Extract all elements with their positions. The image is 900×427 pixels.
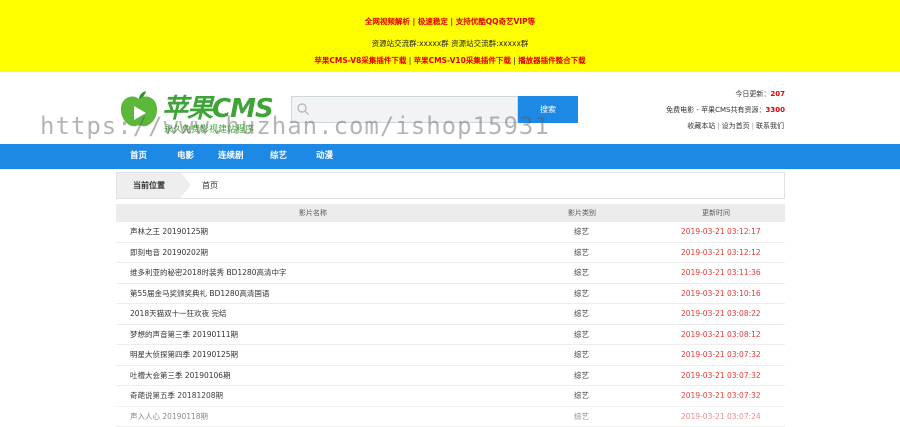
update-time: 2019-03-21 03:07:32 (681, 345, 761, 364)
bookmark-link[interactable]: 收藏本站 (687, 122, 715, 130)
today-count: 207 (770, 90, 785, 98)
video-title[interactable]: 维多利亚的秘密2018时装秀 BD1280高清中字 (130, 263, 286, 282)
update-time: 2019-03-21 03:12:12 (681, 243, 761, 262)
update-time: 2019-03-21 03:08:12 (681, 325, 761, 344)
video-title[interactable]: 吐槽大会第三季 20190106期 (130, 366, 231, 385)
separator: | (406, 56, 413, 65)
today-label: 今日更新： (735, 90, 770, 98)
breadcrumb-label: 当前位置 (117, 173, 181, 198)
video-title[interactable]: 梦想的声音第三季 20190111期 (130, 325, 238, 344)
video-category[interactable]: 综艺 (574, 366, 589, 385)
video-table: 影片名称 影片类别 更新时间 声林之王 20190125期综艺2019-03-2… (116, 204, 785, 427)
banner-line-2: 资源站交流群:xxxxx群 资源站交流群:xxxxx群 (0, 38, 900, 49)
table-row[interactable]: 吐槽大会第三季 20190106期 综艺 2019-03-21 03:07:32 (116, 366, 785, 387)
nav-anime[interactable]: 动漫 (316, 144, 333, 169)
total-count: 3300 (766, 106, 785, 114)
separator: | (717, 122, 719, 130)
set-homepage-link[interactable]: 设为首页 (722, 122, 750, 130)
v10-plugin-link[interactable]: 苹果CMS-V10采集插件下载 (414, 56, 511, 65)
v8-plugin-link[interactable]: 苹果CMS-V8采集插件下载 (314, 56, 406, 65)
today-updates: 今日更新：207 (666, 86, 785, 102)
nav-movies[interactable]: 电影 (177, 144, 194, 169)
breadcrumb-arrow (181, 173, 191, 197)
table-row[interactable]: 梦想的声音第三季 20190111期 综艺 2019-03-21 03:08:12 (116, 325, 785, 346)
table-row[interactable]: 奇葩说第五季 20181208期 综艺 2019-03-21 03:07:32 (116, 386, 785, 407)
site-stats: 今日更新：207 免费电影 - 苹果CMS共有资源：3300 收藏本站|设为首页… (666, 86, 785, 134)
update-time: 2019-03-21 03:12:17 (681, 222, 761, 241)
breadcrumb: 当前位置 首页 (116, 172, 785, 199)
video-category[interactable]: 综艺 (574, 284, 589, 303)
top-banner: 全网视频解析 | 极速稳定 | 支持优酷QQ奇艺VIP等 资源站交流群:xxxx… (0, 0, 900, 72)
contact-link[interactable]: 联系我们 (756, 122, 784, 130)
video-category[interactable]: 综艺 (574, 325, 589, 344)
update-time: 2019-03-21 03:11:36 (681, 263, 761, 282)
video-title[interactable]: 声入人心 20190118期 (130, 407, 208, 426)
total-resources: 免费电影 - 苹果CMS共有资源：3300 (666, 102, 785, 118)
table-row[interactable]: 即刻电音 20190202期 综艺 2019-03-21 03:12:12 (116, 243, 785, 264)
nav-home[interactable]: 首页 (130, 144, 147, 169)
update-time: 2019-03-21 03:07:24 (681, 407, 761, 426)
main-nav: 首页 电影 连续剧 综艺 动漫 (0, 144, 900, 169)
nav-variety[interactable]: 综艺 (270, 144, 287, 169)
header-links: 收藏本站|设为首页|联系我们 (666, 118, 785, 134)
video-category[interactable]: 综艺 (574, 222, 589, 241)
update-time: 2019-03-21 03:07:32 (681, 366, 761, 385)
banner-line-3: 苹果CMS-V8采集插件下载 | 苹果CMS-V10采集插件下载 | 播放器插件… (0, 55, 900, 66)
video-category[interactable]: 综艺 (574, 304, 589, 323)
video-category[interactable]: 综艺 (574, 243, 589, 262)
update-time: 2019-03-21 03:07:32 (681, 386, 761, 405)
video-category[interactable]: 综艺 (574, 407, 589, 426)
table-row[interactable]: 2018天猫双十一狂欢夜 完结 综艺 2019-03-21 03:08:22 (116, 304, 785, 325)
video-category[interactable]: 综艺 (574, 386, 589, 405)
video-category[interactable]: 综艺 (574, 345, 589, 364)
nav-series[interactable]: 连续剧 (218, 144, 244, 169)
video-title[interactable]: 声林之王 20190125期 (130, 222, 208, 241)
update-time: 2019-03-21 03:08:22 (681, 304, 761, 323)
video-title[interactable]: 即刻电音 20190202期 (130, 243, 208, 262)
video-title[interactable]: 奇葩说第五季 20181208期 (130, 386, 223, 405)
banner-line-1[interactable]: 全网视频解析 | 极速稳定 | 支持优酷QQ奇艺VIP等 (0, 16, 900, 27)
player-plugin-link[interactable]: 播放器插件整合下载 (518, 56, 586, 65)
video-category[interactable]: 综艺 (574, 263, 589, 282)
header-time: 更新时间 (702, 204, 730, 222)
total-label: 免费电影 - 苹果CMS共有资源： (666, 106, 765, 114)
header-name: 影片名称 (299, 204, 327, 222)
update-time: 2019-03-21 03:10:16 (681, 284, 761, 303)
video-title[interactable]: 明星大侦探第四季 20190125期 (130, 345, 238, 364)
header-type: 影片类别 (568, 204, 596, 222)
video-title[interactable]: 第55届金马奖颁奖典礼 BD1280高清国语 (130, 284, 269, 303)
table-row[interactable]: 明星大侦探第四季 20190125期 综艺 2019-03-21 03:07:32 (116, 345, 785, 366)
table-row[interactable]: 声林之王 20190125期 综艺 2019-03-21 03:12:17 (116, 222, 785, 243)
video-title[interactable]: 2018天猫双十一狂欢夜 完结 (130, 304, 226, 323)
separator: | (752, 122, 754, 130)
table-header: 影片名称 影片类别 更新时间 (116, 204, 785, 222)
breadcrumb-current[interactable]: 首页 (202, 173, 218, 198)
table-row[interactable]: 第55届金马奖颁奖典礼 BD1280高清国语 综艺 2019-03-21 03:10… (116, 284, 785, 305)
table-row[interactable]: 维多利亚的秘密2018时装秀 BD1280高清中字 综艺 2019-03-21 03… (116, 263, 785, 284)
watermark-text: https://www.huzhan.com/ishop15931 (40, 112, 550, 140)
